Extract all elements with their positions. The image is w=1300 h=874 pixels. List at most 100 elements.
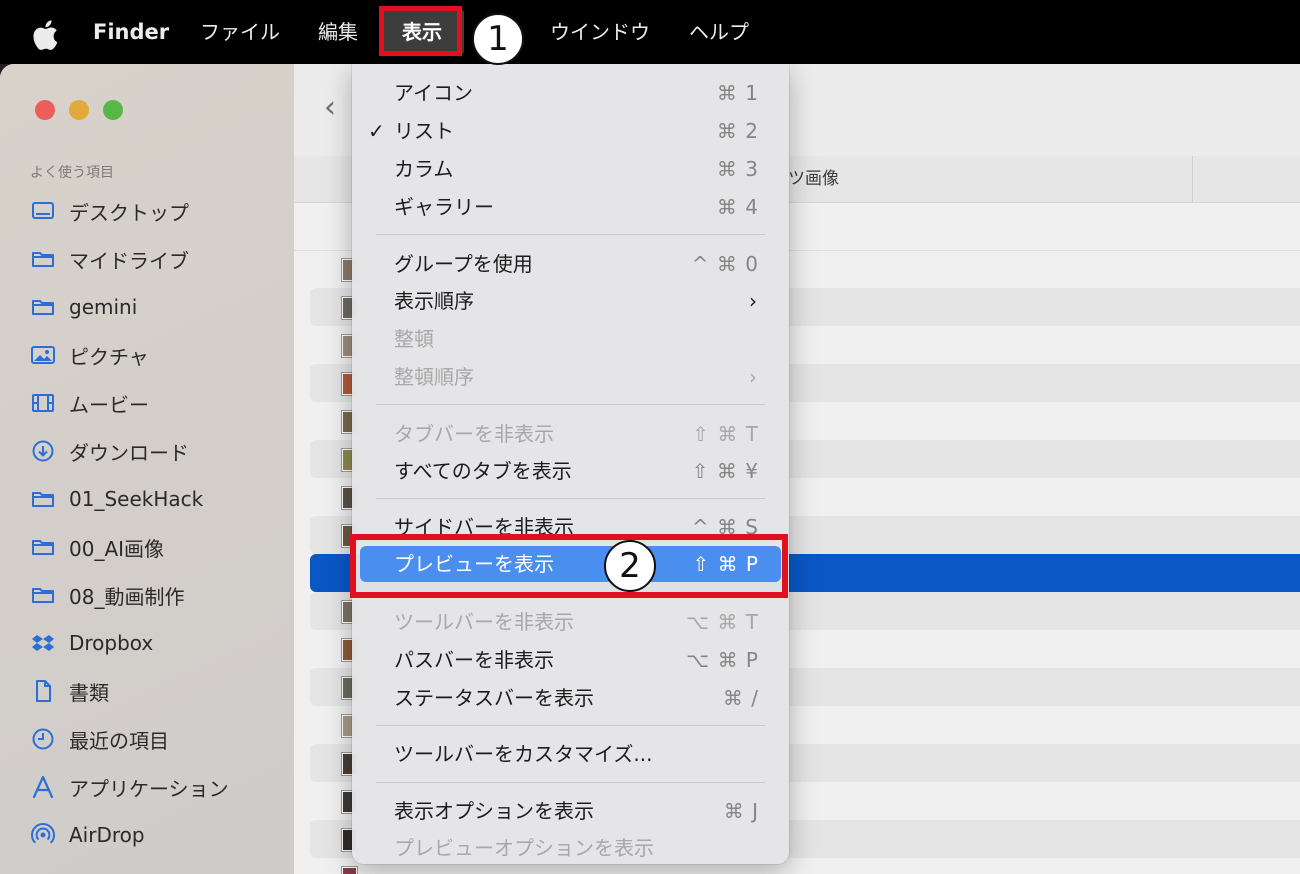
sidebar-item-label: gemini	[69, 295, 138, 319]
sidebar-item-seekhack[interactable]: 01_SeekHack	[30, 481, 290, 517]
menu-item-shortcut: ⌘ J	[723, 799, 759, 823]
menu-item-label: アイコン	[394, 81, 473, 105]
sidebar-item-my-drive[interactable]: マイドライブ	[30, 241, 290, 277]
menu-item-label: リスト	[394, 119, 454, 143]
checkmark-icon: ✓	[368, 119, 385, 143]
sidebar-item-applications[interactable]: アプリケーション	[30, 769, 290, 805]
sidebar-item-gemini[interactable]: gemini	[30, 289, 290, 325]
menu-item-shortcut: ⌘ 4	[716, 195, 759, 219]
sidebar-item-pictures[interactable]: ピクチャ	[30, 337, 290, 373]
sidebar-item-desktop[interactable]: デスクトップ	[30, 193, 290, 229]
menu-item-clean-up-by: 整頓順序 ›	[360, 359, 781, 395]
sidebar-item-label: 最近の項目	[69, 728, 169, 753]
sidebar-item-label: AirDrop	[69, 823, 145, 847]
menu-separator	[376, 498, 765, 499]
menu-item-label: ステータスバーを表示	[394, 686, 594, 710]
menu-bar: Finder ファイル 編集 表示 ウインドウ ヘルプ	[0, 0, 1300, 64]
annotation-step-1: 1	[472, 13, 524, 65]
sidebar-item-downloads[interactable]: ダウンロード	[30, 433, 290, 469]
pictures-icon	[30, 342, 56, 368]
annotation-highlight-view-menu	[379, 6, 462, 56]
menu-item-label: 整頓順序	[394, 365, 474, 389]
menu-item-show-status-bar[interactable]: ステータスバーを表示 ⌘ /	[360, 680, 781, 716]
menu-item-label: プレビューオプションを表示	[394, 836, 654, 860]
menu-item-clean-up: 整頓	[360, 321, 781, 357]
folder-icon	[30, 534, 56, 560]
zoom-window-button[interactable]	[103, 100, 123, 120]
menu-item-label: ツールバーをカスタマイズ...	[394, 742, 653, 766]
sidebar-item-movies[interactable]: ムービー	[30, 385, 290, 421]
sidebar-item-label: マイドライブ	[69, 248, 189, 273]
menu-separator	[376, 725, 765, 726]
sidebar-item-video-production[interactable]: 08_動画制作	[30, 577, 290, 613]
sidebar-item-dropbox[interactable]: Dropbox	[30, 625, 290, 661]
menu-item-label: パスバーを非表示	[394, 648, 554, 672]
menu-item-columns[interactable]: カラム ⌘ 3	[360, 151, 781, 187]
sidebar-item-ai-images[interactable]: 00_AI画像	[30, 529, 290, 565]
menu-item-label: すべてのタブを表示	[394, 459, 572, 483]
annotation-step-2: 2	[604, 540, 656, 592]
menu-item-shortcut: ⌘ 3	[716, 157, 759, 181]
close-window-button[interactable]	[35, 100, 55, 120]
sidebar-item-label: ピクチャ	[69, 344, 149, 369]
menu-item-shortcut: ⇧ ⌘ T	[692, 422, 759, 446]
chevron-right-icon: ›	[749, 365, 757, 389]
column-header-label[interactable]: ツ画像	[788, 156, 839, 202]
menu-item-shortcut: ⌥ ⌘ P	[686, 648, 759, 672]
menu-item-sort-by[interactable]: 表示順序 ›	[360, 283, 781, 319]
sidebar-item-airdrop[interactable]: AirDrop	[30, 817, 290, 853]
menu-item-label: 整頓	[394, 327, 434, 351]
menu-item-hide-tab-bar: タブバーを非表示 ⇧ ⌘ T	[360, 416, 781, 452]
sidebar-item-label: ムービー	[69, 392, 149, 417]
menu-finder[interactable]: Finder	[93, 0, 169, 64]
chevron-right-icon: ›	[749, 289, 757, 313]
sidebar-item-label: ダウンロード	[69, 440, 189, 465]
column-divider[interactable]	[1192, 156, 1193, 202]
folder-icon	[30, 246, 56, 272]
menu-item-label: ツールバーを非表示	[394, 610, 574, 634]
sidebar-item-label: Dropbox	[69, 631, 154, 655]
movies-icon	[30, 390, 56, 416]
menu-item-shortcut: ⌥ ⌘ T	[686, 610, 759, 634]
menu-item-show-all-tabs[interactable]: すべてのタブを表示 ⇧ ⌘ ¥	[360, 453, 781, 489]
menu-item-use-groups[interactable]: グループを使用 ^ ⌘ 0	[360, 246, 781, 282]
desktop-icon	[30, 198, 56, 224]
menu-item-icons[interactable]: アイコン ⌘ 1	[360, 75, 781, 111]
menu-item-show-view-options[interactable]: 表示オプションを表示 ⌘ J	[360, 793, 781, 829]
folder-icon	[30, 486, 56, 512]
menu-item-shortcut: ⌘ /	[722, 686, 759, 710]
menu-item-show-preview-options: プレビューオプションを表示	[360, 830, 781, 864]
menu-item-shortcut: ⌘ 2	[716, 119, 759, 143]
applications-icon	[30, 774, 56, 800]
menu-item-gallery[interactable]: ギャラリー ⌘ 4	[360, 189, 781, 225]
menu-item-list[interactable]: ✓ リスト ⌘ 2	[360, 113, 781, 149]
back-icon[interactable]: ‹	[324, 90, 336, 126]
menu-edit[interactable]: 編集	[318, 0, 358, 64]
menu-item-customize-toolbar[interactable]: ツールバーをカスタマイズ...	[360, 736, 781, 772]
menu-window[interactable]: ウインドウ	[550, 0, 650, 64]
menu-help[interactable]: ヘルプ	[689, 0, 749, 64]
menu-item-shortcut: ^ ⌘ 0	[691, 252, 759, 276]
menu-item-hide-toolbar: ツールバーを非表示 ⌥ ⌘ T	[360, 604, 781, 640]
menu-separator	[376, 782, 765, 783]
sidebar-item-label: デスクトップ	[69, 200, 189, 225]
menu-item-shortcut: ⌘ 1	[716, 81, 759, 105]
file-thumbnail	[342, 867, 357, 874]
minimize-window-button[interactable]	[69, 100, 89, 120]
sidebar-item-documents[interactable]: 書類	[30, 673, 290, 709]
sidebar-item-label: アプリケーション	[69, 776, 229, 801]
menu-item-hide-path-bar[interactable]: パスバーを非表示 ⌥ ⌘ P	[360, 642, 781, 678]
menu-item-label: タブバーを非表示	[394, 422, 554, 446]
menu-separator	[376, 404, 765, 405]
view-menu-dropdown: アイコン ⌘ 1 ✓ リスト ⌘ 2 カラム ⌘ 3 ギャラリー ⌘ 4 グルー…	[352, 64, 789, 864]
apple-menu-icon[interactable]	[30, 14, 64, 50]
menu-separator	[376, 234, 765, 235]
sidebar-item-recents[interactable]: 最近の項目	[30, 721, 290, 757]
document-icon	[30, 678, 56, 704]
download-icon	[30, 438, 56, 464]
menu-file[interactable]: ファイル	[200, 0, 280, 64]
folder-icon	[30, 294, 56, 320]
menu-item-label: 表示オプションを表示	[394, 799, 594, 823]
sidebar-item-label: 01_SeekHack	[69, 487, 204, 511]
menu-item-label: カラム	[394, 157, 454, 181]
